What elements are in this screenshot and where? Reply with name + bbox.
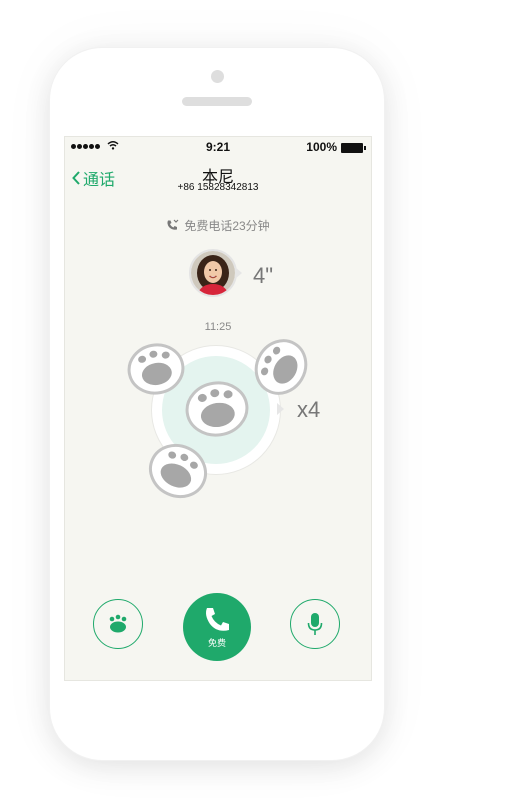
free-minutes-info: 免费电话23分钟 (65, 217, 371, 234)
paw-icon (185, 381, 249, 437)
voice-message-button[interactable] (290, 599, 340, 649)
voice-message-duration[interactable]: 4" (253, 263, 273, 289)
avatar-photo (191, 251, 235, 295)
voice-bubble-tail (235, 267, 242, 279)
phone-speaker (182, 97, 252, 106)
phone-camera (211, 70, 224, 83)
paw-icon (109, 614, 127, 633)
paw-icon (127, 343, 185, 395)
phone-screen: 9:21 100% 通话 本尼 +86 15828342813 免费电话23分钟… (64, 136, 372, 681)
contact-phone: +86 15828342813 (177, 182, 259, 193)
status-bar: 9:21 100% (65, 137, 371, 157)
call-button-label: 免费 (207, 638, 226, 648)
avatar[interactable] (189, 249, 237, 297)
free-minutes-text: 免费电话23分钟 (184, 219, 270, 233)
paw-count: x4 (297, 397, 321, 422)
send-paw-button[interactable] (93, 599, 143, 649)
paw-icon (254, 339, 308, 395)
paw-icon (149, 443, 207, 499)
phone-icon (206, 608, 229, 631)
free-call-button[interactable]: 免费 (183, 593, 251, 661)
paw-bubble-tail (277, 403, 284, 415)
microphone-icon (307, 613, 323, 635)
battery-icon (341, 143, 366, 153)
battery-percent: 100% (306, 140, 337, 154)
message-timestamp: 11:25 (204, 321, 232, 333)
phone-call-icon (167, 219, 179, 230)
